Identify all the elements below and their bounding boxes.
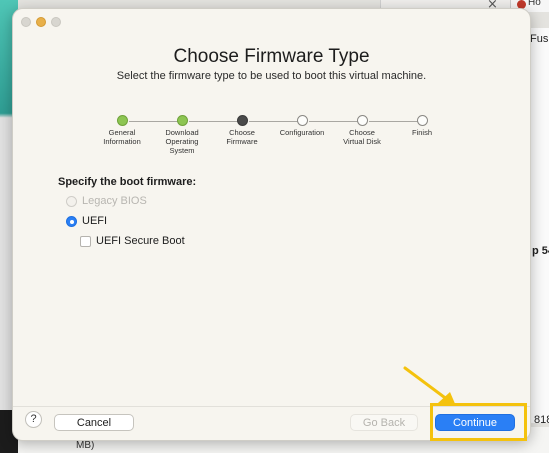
page-title: Choose Firmware Type (173, 46, 370, 67)
uefi-secure-boot-checkbox[interactable] (80, 236, 91, 247)
background-text-p54: p 54 (532, 245, 549, 257)
minimize-window-icon[interactable] (36, 17, 46, 27)
step-dot-general-information (117, 115, 128, 126)
step-connector (129, 121, 178, 122)
boot-firmware-label: Specify the boot firmware: (58, 176, 197, 188)
step-dot-choose-firmware (237, 115, 248, 126)
step-dot-download-os (177, 115, 188, 126)
background-text-mb: MB) (76, 440, 95, 451)
cancel-button[interactable]: Cancel (54, 414, 134, 431)
legacy-bios-radio[interactable] (66, 196, 77, 207)
page-subtitle: Select the firmware type to be used to b… (116, 70, 427, 82)
uefi-secure-boot-label[interactable]: UEFI Secure Boot (96, 235, 185, 247)
step-dot-finish (417, 115, 428, 126)
annotation-highlight-box (430, 403, 527, 441)
background-right-panel (528, 28, 549, 423)
close-window-icon[interactable] (21, 17, 31, 27)
go-back-button[interactable]: Go Back (350, 414, 418, 431)
step-label-finish: Finish (411, 128, 432, 137)
background-tab-label: Ho (528, 0, 541, 8)
step-connector (309, 121, 358, 122)
uefi-label[interactable]: UEFI (82, 215, 107, 227)
step-connector (369, 121, 418, 122)
help-button[interactable]: ? (25, 411, 42, 428)
uefi-radio[interactable] (66, 216, 77, 227)
step-connector (189, 121, 238, 122)
step-dot-configuration (297, 115, 308, 126)
zoom-window-icon[interactable] (51, 17, 61, 27)
step-dot-choose-virtual-disk (357, 115, 368, 126)
background-text-818: 818 (534, 414, 549, 426)
step-connector (249, 121, 298, 122)
legacy-bios-label[interactable]: Legacy BIOS (82, 195, 147, 207)
background-text-fus: Fus (530, 33, 549, 45)
